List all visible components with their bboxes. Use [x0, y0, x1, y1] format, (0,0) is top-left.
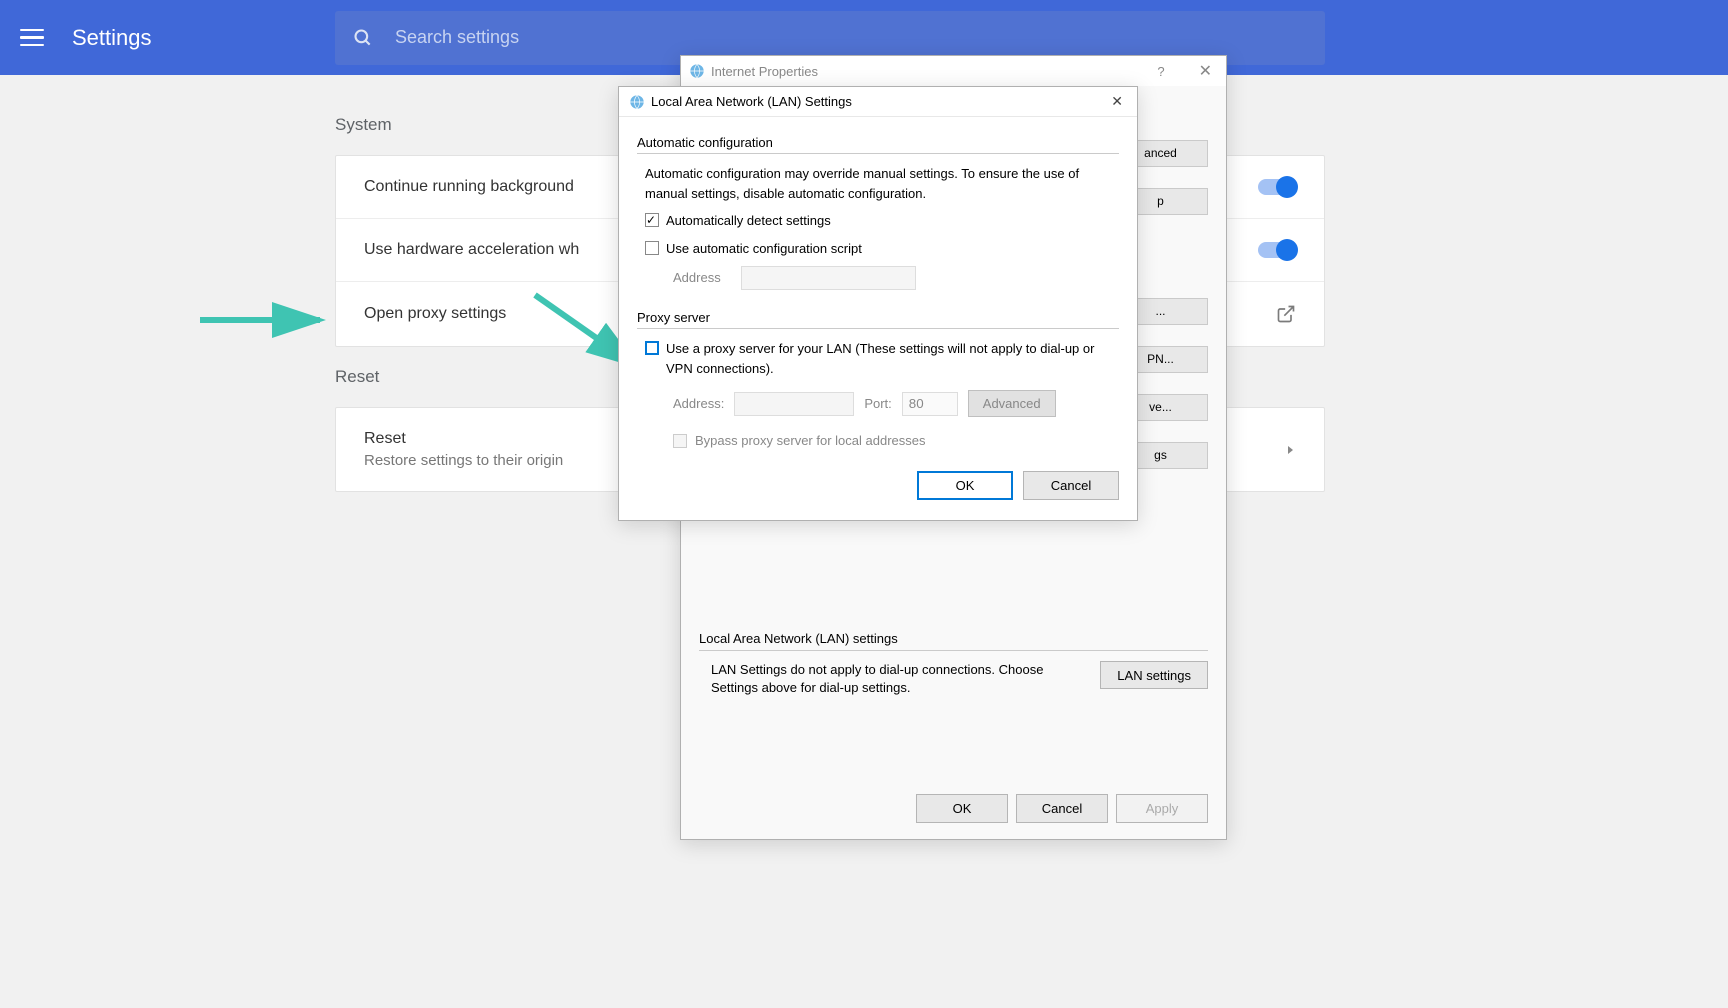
lan-dialog-title: Local Area Network (LAN) Settings	[651, 94, 1107, 109]
ip-help-icon[interactable]: ?	[1157, 64, 1164, 79]
chevron-right-icon	[1284, 441, 1296, 459]
external-link-icon	[1276, 304, 1296, 324]
lan-content: Automatic configuration Automatic config…	[619, 117, 1137, 520]
toggle-hardware-accel[interactable]	[1258, 242, 1296, 258]
lan-settings-button[interactable]: LAN settings	[1100, 661, 1208, 689]
row-label: Use hardware acceleration wh	[364, 241, 579, 259]
lan-settings-dialog: Local Area Network (LAN) Settings ✕ Auto…	[618, 86, 1138, 521]
ip-apply-button[interactable]: Apply	[1116, 794, 1208, 823]
divider	[699, 650, 1208, 651]
proxy-address-label: Address:	[673, 394, 724, 414]
proxy-port-input[interactable]	[902, 392, 958, 416]
search-input[interactable]	[395, 27, 1307, 48]
annotation-arrow-1	[195, 300, 335, 340]
advanced-button[interactable]: Advanced	[968, 390, 1056, 417]
search-icon	[353, 28, 373, 48]
toggle-background-apps[interactable]	[1258, 179, 1296, 195]
address-label: Address	[673, 268, 729, 288]
globe-icon	[689, 63, 705, 79]
ip-titlebar[interactable]: Internet Properties ? ✕	[681, 56, 1226, 86]
ip-ok-button[interactable]: OK	[916, 794, 1008, 823]
ip-lan-section: Local Area Network (LAN) settings LAN Se…	[699, 631, 1208, 697]
row-label: Continue running background	[364, 178, 574, 196]
lan-ok-button[interactable]: OK	[917, 471, 1013, 500]
proxy-title: Proxy server	[637, 310, 1119, 325]
lan-footer: OK Cancel	[637, 471, 1119, 500]
ip-lan-text: LAN Settings do not apply to dial-up con…	[699, 661, 1088, 697]
checkbox-use-proxy[interactable]	[645, 341, 659, 355]
auto-config-title: Automatic configuration	[637, 135, 1119, 150]
reset-subtitle: Restore settings to their origin	[364, 452, 563, 469]
auto-script-label: Use automatic configuration script	[666, 239, 862, 259]
hamburger-menu-icon[interactable]	[20, 29, 44, 47]
script-address-input[interactable]	[741, 266, 916, 290]
checkbox-auto-script[interactable]	[645, 241, 659, 255]
proxy-port-label: Port:	[864, 394, 891, 414]
bypass-label: Bypass proxy server for local addresses	[695, 431, 925, 451]
proxy-group: Proxy server Use a proxy server for your…	[637, 310, 1119, 451]
reset-title: Reset	[364, 430, 563, 448]
auto-config-text: Automatic configuration may override man…	[645, 164, 1119, 203]
lan-titlebar[interactable]: Local Area Network (LAN) Settings ✕	[619, 87, 1137, 117]
close-icon[interactable]: ✕	[1107, 93, 1127, 110]
divider	[637, 153, 1119, 154]
ip-footer: OK Cancel Apply	[916, 794, 1208, 823]
globe-icon	[629, 94, 645, 110]
header-title: Settings	[72, 25, 152, 51]
ip-title: Internet Properties	[711, 64, 1157, 79]
proxy-address-input[interactable]	[734, 392, 854, 416]
lan-cancel-button[interactable]: Cancel	[1023, 471, 1119, 500]
close-icon[interactable]: ✕	[1193, 61, 1218, 81]
checkbox-auto-detect[interactable]	[645, 213, 659, 227]
divider	[637, 328, 1119, 329]
auto-config-group: Automatic configuration Automatic config…	[637, 135, 1119, 290]
checkbox-bypass-local[interactable]	[673, 434, 687, 448]
row-label: Open proxy settings	[364, 305, 506, 323]
auto-detect-label: Automatically detect settings	[666, 211, 831, 231]
ip-cancel-button[interactable]: Cancel	[1016, 794, 1108, 823]
proxy-text: Use a proxy server for your LAN (These s…	[666, 339, 1119, 378]
ip-lan-title: Local Area Network (LAN) settings	[699, 631, 1208, 646]
